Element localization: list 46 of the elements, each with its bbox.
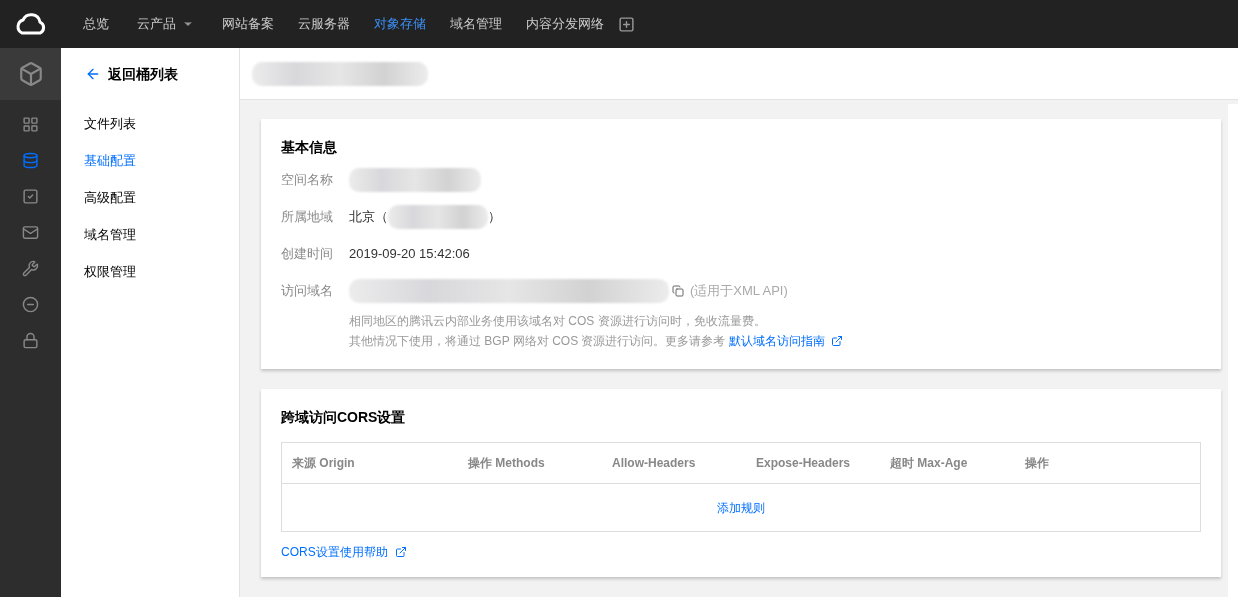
sidebar-item[interactable]: 基础配置 bbox=[84, 151, 239, 170]
card-title: 基本信息 bbox=[281, 138, 338, 157]
top-nav-item[interactable]: 总览 bbox=[83, 14, 109, 34]
column-header: 操作 Methods bbox=[468, 455, 546, 472]
check-icon[interactable] bbox=[22, 188, 39, 205]
wrench-icon[interactable] bbox=[22, 260, 39, 277]
field-label: 创建时间 bbox=[281, 245, 334, 264]
column-header: 超时 Max-Age bbox=[890, 455, 969, 472]
database-icon[interactable] bbox=[22, 152, 39, 169]
card-title: 跨域访问CORS设置 bbox=[281, 408, 407, 427]
cube-icon[interactable] bbox=[17, 61, 44, 87]
column-header: Allow-Headers bbox=[612, 455, 697, 472]
top-nav-item[interactable]: 网站备案 bbox=[222, 14, 274, 34]
sidebar-item[interactable]: 高级配置 bbox=[84, 188, 239, 207]
sidebar-item[interactable]: 域名管理 bbox=[84, 225, 239, 244]
top-nav-item[interactable]: 域名管理 bbox=[450, 14, 502, 34]
external-link-icon[interactable] bbox=[394, 546, 407, 558]
top-nav-item[interactable]: 内容分发网络 bbox=[526, 14, 604, 34]
guide-link[interactable]: 默认域名访问指南 bbox=[729, 331, 826, 351]
top-nav-item[interactable]: 云服务器 bbox=[298, 14, 350, 34]
hint-text: 其他情况下使用，将通过 BGP 网络对 COS 资源进行访问。更多请参考 bbox=[349, 333, 726, 350]
field-value: ） bbox=[488, 208, 501, 227]
sidebar-item[interactable]: 文件列表 bbox=[84, 114, 239, 133]
lock-icon[interactable] bbox=[22, 332, 39, 349]
column-header: 操作 bbox=[1025, 455, 1050, 472]
top-nav-item[interactable]: 云产品 bbox=[137, 14, 194, 34]
hint-text: 相同地区的腾讯云内部业务使用该域名对 COS 资源进行访问时，免收流量费。 bbox=[349, 313, 767, 330]
cors-help-link[interactable]: CORS设置使用帮助 bbox=[281, 543, 388, 561]
external-link-icon[interactable] bbox=[831, 335, 844, 347]
mail-icon[interactable] bbox=[22, 224, 39, 241]
field-label: 所属地域 bbox=[281, 208, 334, 227]
grid-icon[interactable] bbox=[22, 116, 39, 133]
minus-icon[interactable] bbox=[22, 296, 39, 313]
copy-icon[interactable] bbox=[672, 285, 684, 297]
add-icon[interactable] bbox=[618, 15, 635, 33]
field-note: (适用于XML API) bbox=[690, 282, 788, 301]
column-header: 来源 Origin bbox=[292, 455, 356, 472]
add-rule-link[interactable]: 添加规则 bbox=[717, 498, 765, 517]
back-link[interactable]: 返回桶列表 bbox=[108, 63, 178, 85]
field-label: 访问域名 bbox=[281, 282, 334, 301]
column-header: Expose-Headers bbox=[756, 455, 852, 472]
field-value: 2019-09-20 15:42:06 bbox=[349, 245, 470, 264]
sidebar-item[interactable]: 权限管理 bbox=[84, 262, 239, 281]
field-value: 北京（ bbox=[349, 208, 388, 227]
top-nav-item[interactable]: 对象存储 bbox=[374, 14, 426, 34]
field-label: 空间名称 bbox=[281, 171, 334, 190]
